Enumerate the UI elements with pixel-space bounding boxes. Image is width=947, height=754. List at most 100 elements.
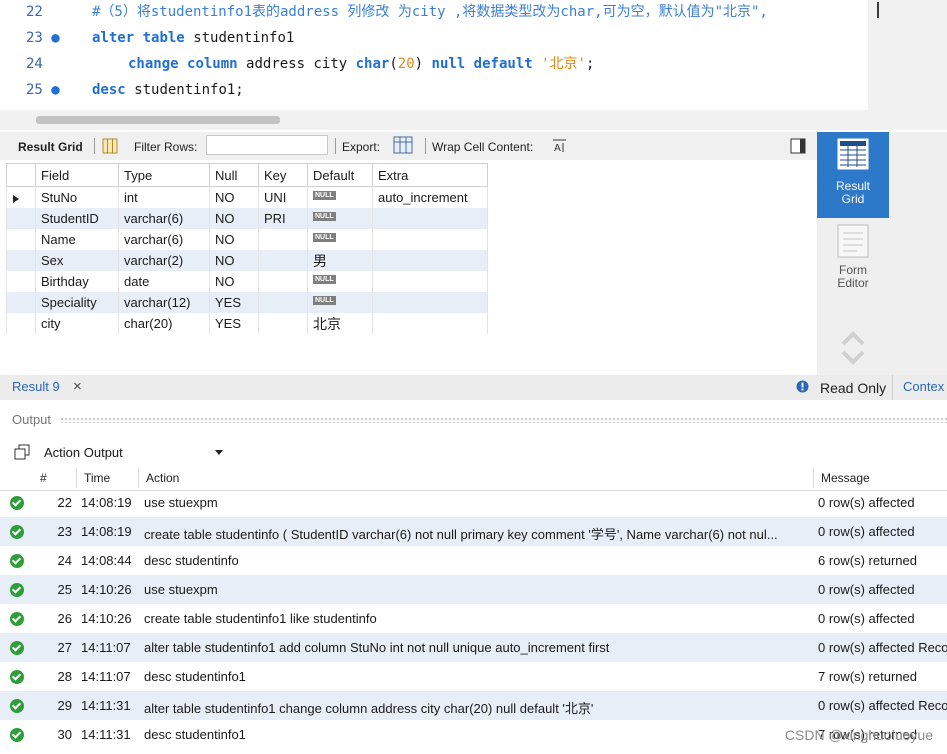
cell-null[interactable]: NO xyxy=(209,271,259,292)
cell-field[interactable]: Sex xyxy=(35,250,119,271)
cell-type[interactable]: varchar(2) xyxy=(118,250,210,271)
chevron-down-icon xyxy=(215,450,223,455)
panel-scroll-icon[interactable] xyxy=(840,330,866,366)
cell-extra[interactable] xyxy=(372,229,488,250)
cell-default[interactable]: 北京 xyxy=(307,313,373,334)
cell-key[interactable] xyxy=(258,271,308,292)
column-header-type[interactable]: Type xyxy=(118,163,210,187)
cell-field[interactable]: StudentID xyxy=(35,208,119,229)
column-header-default[interactable]: Default xyxy=(307,163,373,187)
tab-result-9[interactable]: Result 9 xyxy=(12,379,60,394)
column-header-extra[interactable]: Extra xyxy=(372,163,488,187)
cell-null[interactable]: YES xyxy=(209,292,259,313)
success-check-icon xyxy=(10,670,24,684)
column-header-message[interactable]: Message xyxy=(821,471,870,485)
statement-marker-icon: ● xyxy=(51,82,60,98)
sql-keyword: desc xyxy=(92,82,126,98)
toggle-panel-icon[interactable] xyxy=(790,138,806,154)
cell-field[interactable]: city xyxy=(35,313,119,334)
cell-type[interactable]: char(20) xyxy=(118,313,210,334)
log-row[interactable]: 29 14:11:31 alter table studentinfo1 cha… xyxy=(0,691,947,720)
cell-default[interactable]: NULL xyxy=(307,292,373,313)
cell-field[interactable]: Name xyxy=(35,229,119,250)
close-tab-icon[interactable]: × xyxy=(73,378,82,395)
column-header-action[interactable]: Action xyxy=(146,471,179,485)
log-time: 14:11:07 xyxy=(81,669,131,684)
table-row[interactable]: StudentID varchar(6) NO PRI NULL xyxy=(6,208,488,229)
cell-extra[interactable] xyxy=(372,208,488,229)
cell-null[interactable]: NO xyxy=(209,186,259,208)
result-grid-view-button[interactable]: Result Grid xyxy=(817,132,889,218)
log-number: 24 xyxy=(57,553,72,568)
cell-key[interactable]: UNI xyxy=(258,186,308,208)
log-row[interactable]: 23 14:08:19 create table studentinfo ( S… xyxy=(0,517,947,546)
cell-extra[interactable] xyxy=(372,292,488,313)
form-editor-view-button[interactable]: Form Editor xyxy=(817,220,889,300)
cell-null[interactable]: NO xyxy=(209,250,259,271)
cell-type[interactable]: int xyxy=(118,186,210,208)
table-row[interactable]: StuNo int NO UNI NULL auto_increment xyxy=(6,186,488,208)
table-row[interactable]: city char(20) YES 北京 xyxy=(6,313,488,334)
output-type-select[interactable]: Action Output xyxy=(38,441,228,465)
grid-columns-icon[interactable] xyxy=(102,138,118,154)
tab-context[interactable]: Contex xyxy=(903,379,944,394)
cell-type[interactable]: varchar(6) xyxy=(118,229,210,250)
cell-key[interactable]: PRI xyxy=(258,208,308,229)
sql-identifier: studentinfo1; xyxy=(134,82,244,98)
cell-type[interactable]: date xyxy=(118,271,210,292)
log-row[interactable]: 26 14:10:26 create table studentinfo1 li… xyxy=(0,604,947,633)
editor-horizontal-scrollbar[interactable] xyxy=(0,110,868,130)
table-row[interactable]: Birthday date NO NULL xyxy=(6,271,488,292)
scrollbar-thumb[interactable] xyxy=(36,116,280,124)
cell-key[interactable] xyxy=(258,250,308,271)
cell-null[interactable]: YES xyxy=(209,313,259,334)
cell-extra[interactable] xyxy=(372,313,488,334)
column-header-number[interactable]: # xyxy=(40,471,47,485)
output-title: Output xyxy=(12,412,52,427)
cell-default[interactable]: 男 xyxy=(307,250,373,271)
column-header-null[interactable]: Null xyxy=(209,163,259,187)
table-row[interactable]: Sex varchar(2) NO 男 xyxy=(6,250,488,271)
cell-default[interactable]: NULL xyxy=(307,208,373,229)
cell-null[interactable]: NO xyxy=(209,229,259,250)
cell-type[interactable]: varchar(12) xyxy=(118,292,210,313)
copy-icon[interactable] xyxy=(14,444,30,460)
cell-type[interactable]: varchar(6) xyxy=(118,208,210,229)
wrap-text-icon[interactable]: A xyxy=(552,139,568,153)
filter-rows-input[interactable] xyxy=(206,135,328,155)
success-check-icon xyxy=(10,728,24,742)
cell-default[interactable]: NULL xyxy=(307,271,373,292)
log-row[interactable]: 24 14:08:44 desc studentinfo 6 row(s) re… xyxy=(0,546,947,575)
cell-field[interactable]: StuNo xyxy=(35,186,119,208)
log-message: 0 row(s) affected xyxy=(818,495,915,510)
cell-extra[interactable] xyxy=(372,271,488,292)
log-row[interactable]: 27 14:11:07 alter table studentinfo1 add… xyxy=(0,633,947,662)
column-header-time[interactable]: Time xyxy=(84,471,110,485)
log-action: desc studentinfo1 xyxy=(144,669,246,684)
cell-default[interactable]: NULL xyxy=(307,186,373,208)
cell-extra[interactable]: auto_increment xyxy=(372,186,488,208)
read-only-label: Read Only xyxy=(820,380,887,396)
log-row[interactable]: 22 14:08:19 use stuexpm 0 row(s) affecte… xyxy=(0,488,947,517)
export-icon[interactable] xyxy=(393,136,415,156)
log-row[interactable]: 25 14:10:26 use stuexpm 0 row(s) affecte… xyxy=(0,575,947,604)
editor-side-gutter xyxy=(868,0,947,130)
cell-key[interactable] xyxy=(258,313,308,334)
log-row[interactable]: 28 14:11:07 desc studentinfo1 7 row(s) r… xyxy=(0,662,947,691)
sql-editor[interactable]: 22 #（5）将studentinfo1表的address 列修改 为city … xyxy=(0,0,868,110)
table-row[interactable]: Name varchar(6) NO NULL xyxy=(6,229,488,250)
cell-field[interactable]: Speciality xyxy=(35,292,119,313)
log-number: 30 xyxy=(57,727,72,742)
cell-field[interactable]: Birthday xyxy=(35,271,119,292)
cell-null[interactable]: NO xyxy=(209,208,259,229)
cell-key[interactable] xyxy=(258,229,308,250)
column-header-field[interactable]: Field xyxy=(35,163,119,187)
column-header-key[interactable]: Key xyxy=(258,163,308,187)
cell-default[interactable]: NULL xyxy=(307,229,373,250)
cell-extra[interactable] xyxy=(372,250,488,271)
sql-keyword: null xyxy=(431,56,466,72)
code-line-25: 25 ● desc studentinfo1; xyxy=(0,78,868,102)
cell-key[interactable] xyxy=(258,292,308,313)
table-row[interactable]: Speciality varchar(12) YES NULL xyxy=(6,292,488,313)
panel-grip[interactable] xyxy=(60,417,947,423)
